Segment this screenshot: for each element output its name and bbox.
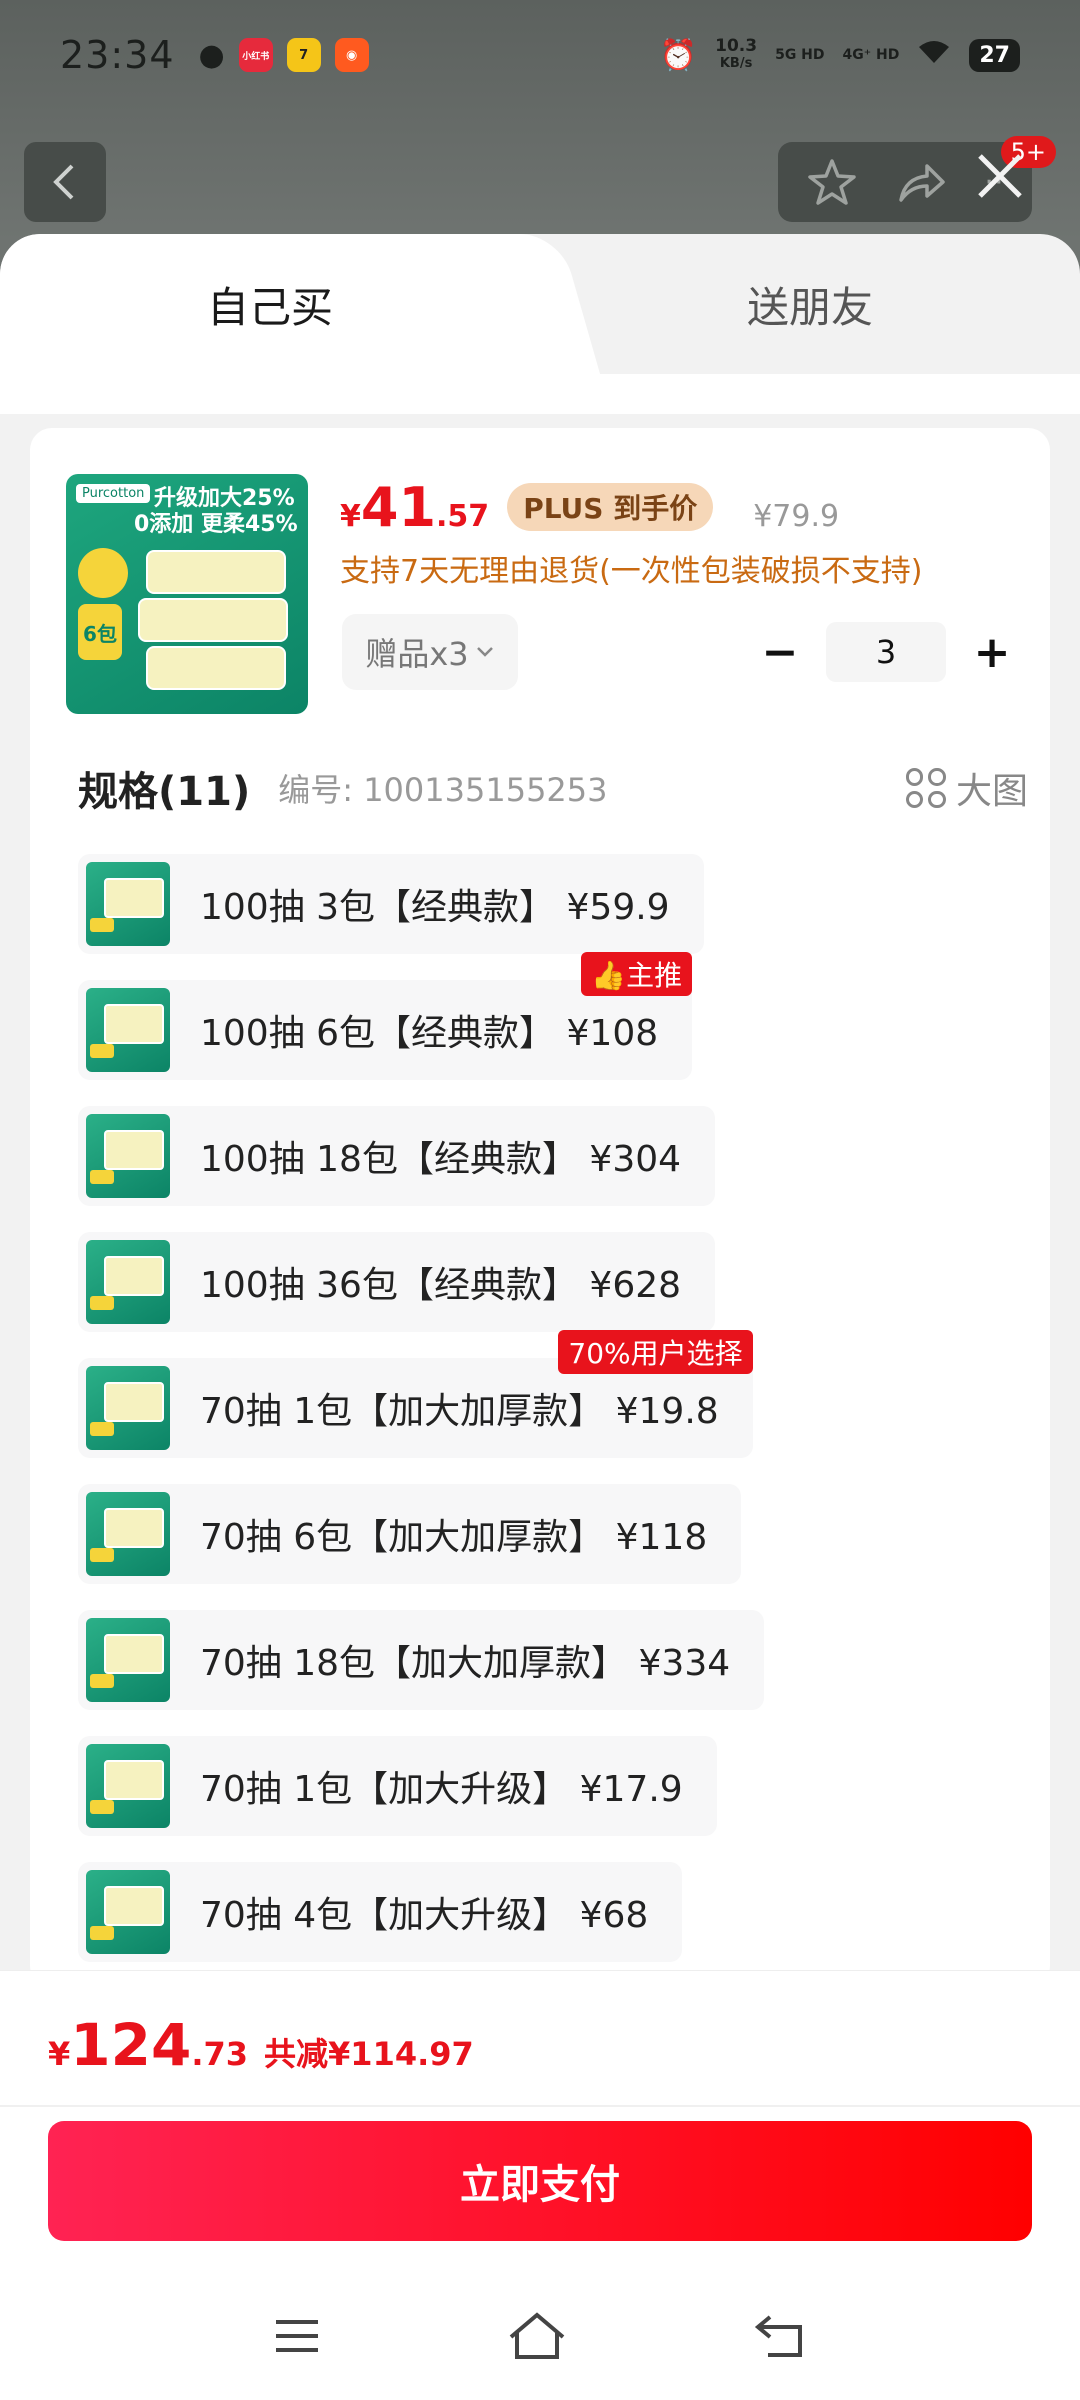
option-thumbnail xyxy=(86,1240,170,1324)
option-label: 70抽 18包【加大加厚款】 ¥334 xyxy=(200,1643,731,1684)
plus-price-badge: PLUS 到手价 xyxy=(507,483,714,531)
kuaishou-icon: ◉ xyxy=(334,38,369,72)
divider xyxy=(0,2105,1080,2107)
return-policy: 支持7天无理由退货(一次性包装破损不支持) xyxy=(340,554,923,589)
big-picture-toggle[interactable]: 大图 xyxy=(905,762,1028,814)
thumb-line-2: 0添加 更柔45% xyxy=(134,512,298,537)
spec-option[interactable]: 100抽 3包【经典款】 ¥59.9 xyxy=(78,854,704,954)
option-thumbnail xyxy=(86,1618,170,1702)
option-label: 100抽 3包【经典款】 ¥59.9 xyxy=(200,887,670,928)
option-thumbnail xyxy=(86,988,170,1072)
tab-self-buy-label: 自己买 xyxy=(206,282,333,332)
total-integer: 124 xyxy=(70,2011,192,2079)
product-card: Purcotton 升级加大25% 0添加 更柔45% 6包 ¥ 41 .57 … xyxy=(30,428,1050,1988)
thumb-pack xyxy=(146,646,286,690)
xiaohongshu-icon: 小红书 xyxy=(238,38,273,72)
tab-self-buy[interactable]: 自己买 xyxy=(0,234,540,374)
total-price: ¥ 124 .73 共减¥114.97 xyxy=(48,2011,474,2079)
product-thumbnail[interactable]: Purcotton 升级加大25% 0添加 更柔45% 6包 xyxy=(66,474,308,714)
home-icon[interactable] xyxy=(507,2311,567,2361)
star-icon[interactable] xyxy=(806,156,858,208)
net-speed-unit: KB/s xyxy=(719,56,753,71)
tab-gift-friend-label: 送朋友 xyxy=(746,282,873,332)
thumbs-up-icon: 👍 xyxy=(591,959,627,992)
option-thumbnail xyxy=(86,1744,170,1828)
close-icon[interactable] xyxy=(970,146,1030,206)
thumb-brand: Purcotton xyxy=(76,484,151,503)
menu-icon[interactable] xyxy=(272,2316,322,2356)
purchase-tabs: 自己买 送朋友 xyxy=(0,234,1080,374)
spec-option[interactable]: 70抽 1包【加大加厚款】 ¥19.8 70%用户选择 xyxy=(78,1330,753,1458)
option-label: 100抽 18包【经典款】 ¥304 xyxy=(200,1139,682,1180)
option-thumbnail xyxy=(86,1114,170,1198)
status-bar: 23:34 ● 小红书 7 ◉ ⏰ 10.3 KB/s 5G HD 4G⁺ HD… xyxy=(0,0,1080,110)
spec-option[interactable]: 100抽 36包【经典款】 ¥628 xyxy=(78,1232,716,1332)
signal-1: 5G HD xyxy=(775,47,825,63)
thumb-pack xyxy=(146,550,286,594)
spec-code: 编号: 100135155253 xyxy=(278,771,608,809)
quantity-stepper: − 3 + xyxy=(750,620,1022,684)
gift-dropdown[interactable]: 赠品x3 xyxy=(342,614,518,690)
grid-icon xyxy=(905,768,946,808)
original-price: ¥79.9 xyxy=(753,499,840,534)
thumb-seal xyxy=(78,548,128,598)
wechat-icon: ● xyxy=(198,37,225,73)
pay-now-button[interactable]: 立即支付 xyxy=(48,2121,1032,2241)
share-icon[interactable] xyxy=(895,156,947,208)
spec-header: 规格(11) 编号: 100135155253 大图 xyxy=(78,758,1028,818)
thumb-count: 6包 xyxy=(78,604,122,660)
popular-choice-tag: 70%用户选择 xyxy=(558,1330,753,1374)
spec-option[interactable]: 70抽 4包【加大升级】 ¥68 xyxy=(78,1862,683,1962)
total-decimal: .73 xyxy=(191,2035,249,2073)
option-thumbnail xyxy=(86,862,170,946)
option-label: 100抽 6包【经典款】 ¥108 xyxy=(200,1013,659,1054)
status-app-icons: ● 小红书 7 ◉ xyxy=(199,38,369,73)
status-time: 23:34 xyxy=(60,33,175,77)
increase-button[interactable]: + xyxy=(962,622,1022,682)
option-label: 70抽 4包【加大升级】 ¥68 xyxy=(200,1895,649,1936)
total-savings: 共减¥114.97 xyxy=(264,2035,474,2073)
system-nav-bar xyxy=(0,2271,1080,2400)
big-picture-label: 大图 xyxy=(955,771,1028,812)
spec-title: 规格(11) xyxy=(78,769,251,815)
decrease-button[interactable]: − xyxy=(750,622,810,682)
recommended-tag: 👍主推 xyxy=(581,952,693,996)
checkout-bar: ¥ 124 .73 共减¥114.97 立即支付 xyxy=(0,1970,1080,2400)
net-speed-value: 10.3 xyxy=(715,36,758,56)
total-currency: ¥ xyxy=(48,2035,71,2073)
price-decimal: .57 xyxy=(436,499,490,534)
option-label: 70抽 1包【加大加厚款】 ¥19.8 xyxy=(200,1391,719,1432)
option-label: 70抽 1包【加大升级】 ¥17.9 xyxy=(200,1769,683,1810)
signal-2: 4G⁺ HD xyxy=(842,47,900,63)
spec-option[interactable]: 70抽 6包【加大加厚款】 ¥118 xyxy=(78,1484,742,1584)
price-currency: ¥ xyxy=(340,499,361,534)
tab-gift-friend[interactable]: 送朋友 xyxy=(540,234,1080,374)
spec-option[interactable]: 100抽 18包【经典款】 ¥304 xyxy=(78,1106,716,1206)
price-line: ¥ 41 .57 PLUS 到手价 ¥79.9 xyxy=(340,476,839,539)
spec-option[interactable]: 70抽 1包【加大升级】 ¥17.9 xyxy=(78,1736,717,1836)
spec-option[interactable]: 70抽 18包【加大加厚款】 ¥334 xyxy=(78,1610,765,1710)
spec-option[interactable]: 100抽 6包【经典款】 ¥108 👍主推 xyxy=(78,952,693,1080)
option-thumbnail xyxy=(86,1366,170,1450)
price-integer: 41 xyxy=(360,476,437,539)
gift-label: 赠品x3 xyxy=(365,635,469,673)
alarm-icon: ⏰ xyxy=(659,37,698,73)
option-thumbnail xyxy=(86,1870,170,1954)
quantity-field[interactable]: 3 xyxy=(826,622,946,682)
chevron-left-icon xyxy=(53,164,74,200)
back-button[interactable] xyxy=(24,142,106,222)
top-nav: ·· 5+ xyxy=(24,136,1056,224)
net-speed: 10.3 KB/s xyxy=(715,37,757,73)
back-nav-icon[interactable] xyxy=(752,2313,808,2359)
chevron-down-icon xyxy=(476,647,493,657)
app-notification-icon: 7 xyxy=(286,38,321,72)
option-label: 100抽 36包【经典款】 ¥628 xyxy=(200,1265,682,1306)
battery-level: 27 xyxy=(969,38,1020,72)
wifi-icon xyxy=(917,39,951,72)
thumb-pack xyxy=(138,598,288,642)
option-thumbnail xyxy=(86,1492,170,1576)
tab-gap xyxy=(0,374,1080,414)
recommended-tag-label: 主推 xyxy=(626,959,683,992)
option-label: 70抽 6包【加大加厚款】 ¥118 xyxy=(200,1517,708,1558)
